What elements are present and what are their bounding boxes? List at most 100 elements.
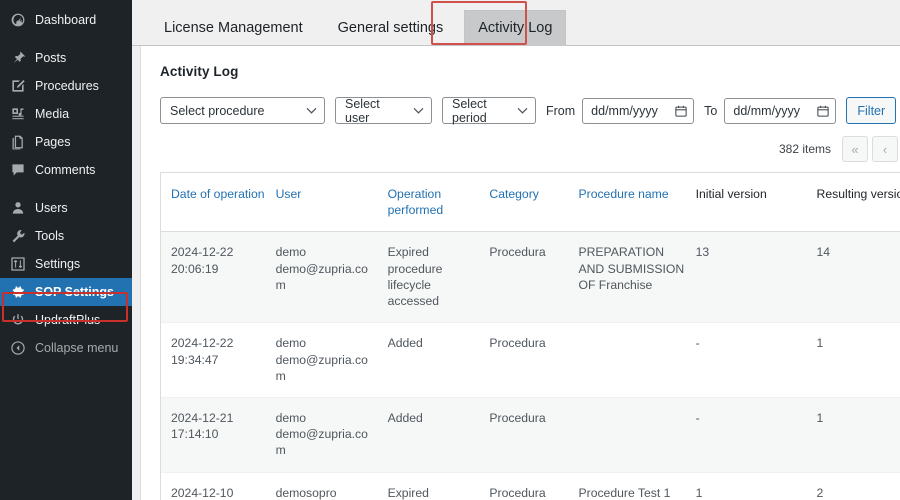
cell-procedure: Procedure Test 1 — [578, 472, 696, 500]
cell-category: Procedura — [489, 231, 579, 324]
admin-screen: Dashboard Posts Procedures Media Pages Commen… — [0, 0, 900, 500]
cell-initial-version: 13 — [695, 231, 817, 324]
cell-operation: Expired procedure lifecycle accessed — [387, 472, 490, 500]
sidebar-item-procedures[interactable]: Procedures — [0, 72, 132, 100]
sidebar-item-users[interactable]: Users — [0, 194, 132, 222]
tab-general-settings[interactable]: General settings — [324, 10, 458, 46]
sidebar-item-comments[interactable]: Comments — [0, 156, 132, 184]
sidebar-item-collapse-menu[interactable]: Collapse menu — [0, 334, 132, 362]
table-row: 2024-12-22 19:34:47 demo demo@zupria.com A… — [161, 322, 900, 398]
cell-operation: Added — [387, 397, 490, 473]
dashboard-icon — [9, 12, 26, 29]
power-icon — [9, 312, 26, 329]
tab-activity-log[interactable]: Activity Log — [464, 9, 567, 46]
gear-icon — [9, 284, 26, 301]
sidebar-item-label: UpdraftPlus — [35, 312, 101, 327]
date-to-value: dd/mm/yyyy — [733, 103, 801, 118]
sidebar-item-label: Media — [35, 106, 70, 121]
select-user-value: Select user — [345, 96, 380, 125]
calendar-icon[interactable] — [675, 105, 687, 117]
cell-category: Procedura — [489, 322, 579, 398]
pin-icon — [9, 50, 26, 67]
cell-date: 2024-12-22 20:06:19 — [161, 231, 276, 324]
cell-procedure — [578, 397, 696, 473]
column-header-operation-performed[interactable]: Operation performed — [387, 173, 490, 233]
date-from-input[interactable]: dd/mm/yyyy — [582, 97, 695, 124]
activity-log-table-container: Date of operation User Operation performed… — [160, 172, 900, 500]
cell-procedure: PREPARATION AND SUBMISSION OF Franchise — [578, 231, 696, 324]
activity-log-table: Date of operation User Operation performed… — [161, 173, 900, 500]
comment-icon — [9, 162, 26, 179]
sidebar-item-posts[interactable]: Posts — [0, 44, 132, 72]
admin-sidebar: Dashboard Posts Procedures Media Pages Commen… — [0, 0, 140, 500]
sidebar-item-tools[interactable]: Tools — [0, 222, 132, 250]
sidebar-item-pages[interactable]: Pages — [0, 128, 132, 156]
items-count: 382 items — [778, 142, 831, 156]
column-header-resulting-version: Resulting version — [816, 173, 900, 233]
table-header-row: Date of operation User Operation performed… — [161, 173, 900, 233]
cell-initial-version: - — [695, 397, 817, 473]
pages-icon — [9, 134, 26, 151]
date-from-value: dd/mm/yyyy — [591, 103, 658, 118]
main-content: License Management General settings Activi… — [132, 0, 900, 500]
cell-resulting-version: 2 — [816, 472, 900, 500]
column-header-user[interactable]: User — [275, 173, 388, 233]
sidebar-separator — [0, 34, 132, 44]
from-label: From — [546, 103, 576, 118]
cell-date: 2024-12-22 19:34:47 — [161, 322, 276, 398]
cell-category: Procedura — [489, 472, 579, 500]
sidebar-item-label: Pages — [35, 134, 71, 149]
pagination-prev-button[interactable]: ‹ — [872, 136, 898, 162]
cell-date: 2024-12-21 17:14:10 — [161, 397, 276, 473]
select-period-value: Select period — [452, 96, 487, 125]
table-row: 2024-12-21 17:14:10 demo demo@zupria.com A… — [161, 397, 900, 473]
sidebar-item-sop-settings[interactable]: SOP Settings — [0, 278, 140, 306]
tab-license-management[interactable]: License Management — [150, 10, 317, 46]
select-user[interactable]: Select user — [335, 96, 432, 125]
pagination-first-button[interactable]: « — [842, 136, 868, 162]
pencil-square-icon — [9, 78, 26, 95]
cell-initial-version: 1 — [695, 472, 817, 500]
sidebar-item-settings[interactable]: Settings — [0, 250, 132, 278]
filter-toolbar: Select procedure Select user Select peri… — [160, 96, 900, 125]
sidebar-item-label: Tools — [35, 228, 65, 243]
select-procedure[interactable]: Select procedure — [160, 97, 325, 124]
cell-date: 2024-12-10 19:52:46 — [161, 472, 276, 500]
select-period[interactable]: Select period — [442, 96, 536, 125]
sidebar-item-label: Users — [35, 200, 68, 215]
to-label: To — [704, 103, 718, 118]
cell-user: demo demo@zupria.com — [275, 231, 388, 324]
cell-resulting-version: 1 — [816, 397, 900, 473]
cell-operation: Expired procedure lifecycle accessed — [387, 231, 490, 324]
cell-resulting-version: 14 — [816, 231, 900, 324]
cell-operation: Added — [387, 322, 490, 398]
sliders-icon — [9, 256, 26, 273]
cell-resulting-version: 1 — [816, 322, 900, 398]
chevron-down-icon — [413, 105, 424, 116]
sidebar-item-dashboard[interactable]: Dashboard — [0, 6, 132, 34]
cell-user: demo demo@zupria.com — [275, 322, 388, 398]
cell-category: Procedura — [489, 397, 579, 473]
sidebar-item-label: SOP Settings — [35, 284, 114, 299]
collapse-arrow-icon — [9, 340, 26, 357]
user-icon — [9, 200, 26, 217]
select-procedure-value: Select procedure — [170, 103, 265, 118]
column-header-initial-version: Initial version — [695, 173, 817, 233]
sidebar-item-media[interactable]: Media — [0, 100, 132, 128]
column-header-date-of-operation[interactable]: Date of operation — [161, 173, 276, 233]
date-to-input[interactable]: dd/mm/yyyy — [724, 97, 837, 124]
sidebar-item-updraftplus[interactable]: UpdraftPlus — [0, 306, 132, 334]
sidebar-item-label: Collapse menu — [35, 340, 119, 355]
cell-user: demosopro demosopro@zupria.com — [275, 472, 388, 500]
cell-procedure — [578, 322, 696, 398]
wrench-icon — [9, 228, 26, 245]
calendar-icon[interactable] — [817, 105, 830, 117]
chevron-down-icon — [517, 105, 528, 116]
filter-button[interactable]: Filter — [846, 97, 897, 124]
column-header-category[interactable]: Category — [489, 173, 579, 233]
cell-initial-version: - — [695, 322, 817, 398]
sidebar-item-label: Comments — [35, 162, 96, 177]
table-row: 2024-12-22 20:06:19 demo demo@zupria.com E… — [161, 231, 900, 324]
column-header-procedure-name[interactable]: Procedure name — [578, 173, 696, 233]
sidebar-item-label: Procedures — [35, 78, 99, 93]
